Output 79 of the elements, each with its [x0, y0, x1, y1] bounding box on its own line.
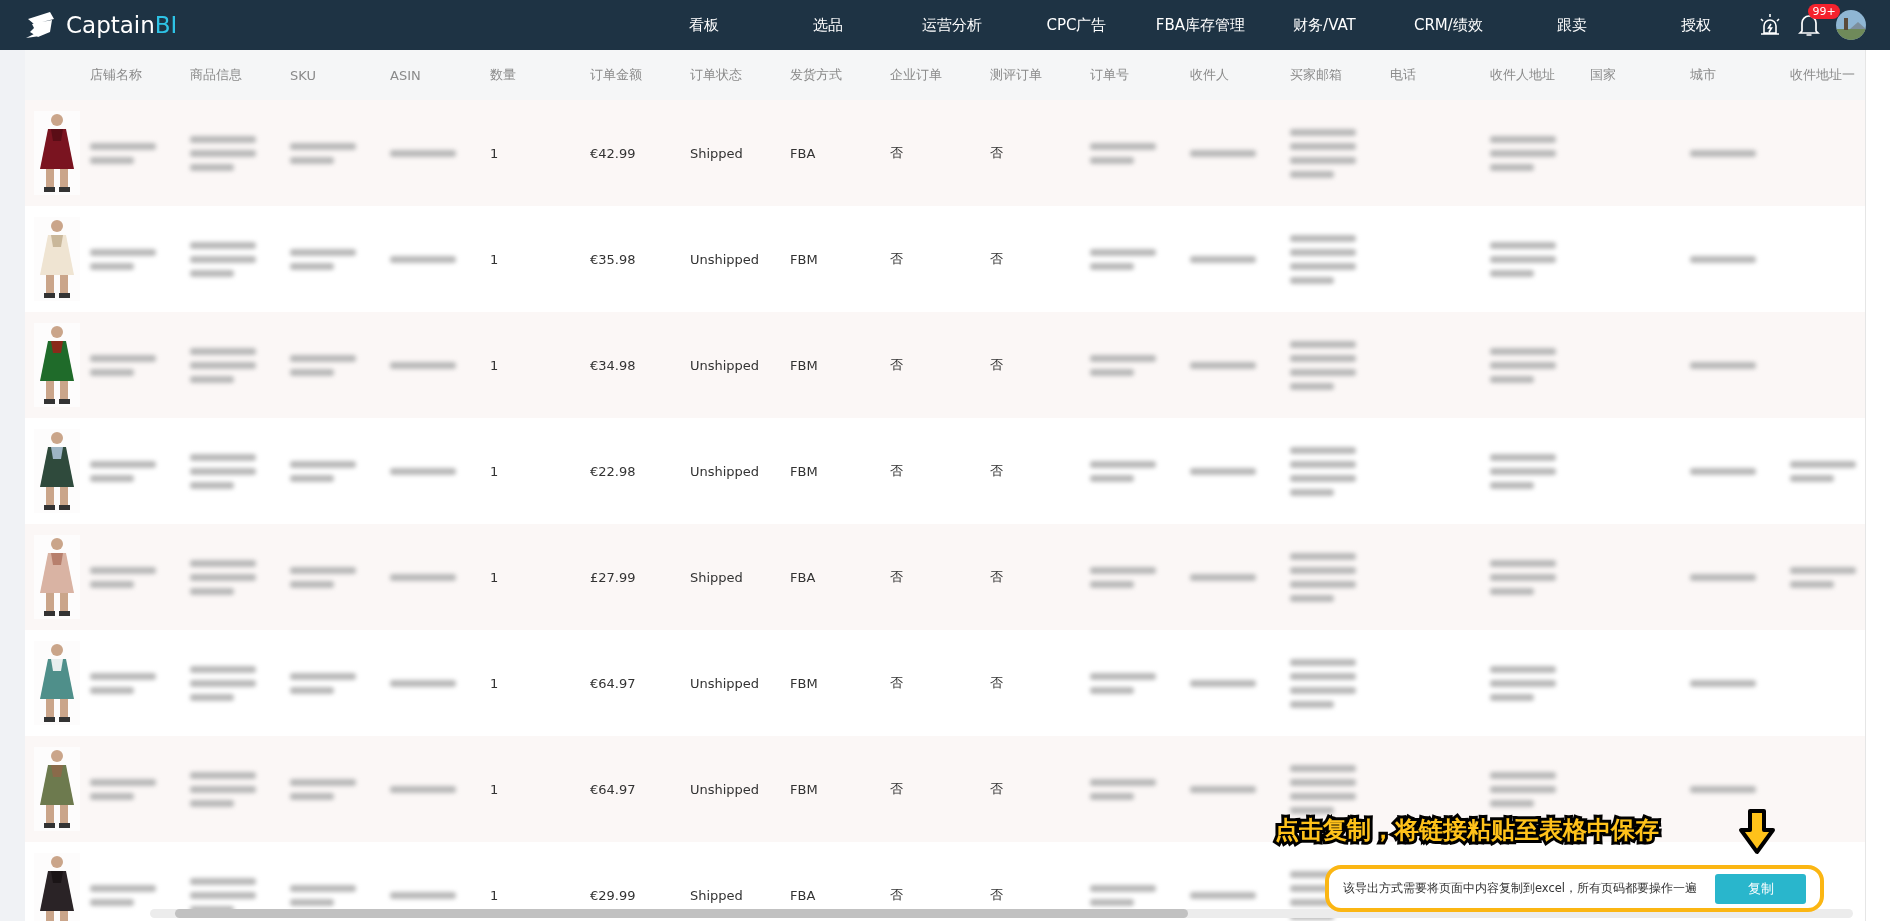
table-cell: 否 — [990, 462, 1003, 480]
nav-item[interactable]: 财务/VAT — [1262, 15, 1387, 35]
column-header: 商品信息 — [190, 66, 243, 84]
table-cell: Unshipped — [690, 463, 760, 479]
table-cell: €34.98 — [590, 357, 636, 373]
column-header: 数量 — [490, 66, 517, 84]
nav-item[interactable]: 看板 — [642, 15, 767, 35]
table-cell: 否 — [990, 674, 1003, 692]
column-header: 买家邮箱 — [1290, 66, 1343, 84]
nav-item[interactable]: 跟卖 — [1510, 15, 1635, 35]
column-header: 城市 — [1690, 66, 1717, 84]
table-cell: €22.98 — [590, 463, 636, 479]
table-cell: FBM — [790, 357, 818, 373]
table-cell: 1 — [490, 251, 499, 267]
table-cell: 否 — [890, 250, 903, 268]
table-cell: €35.98 — [590, 251, 636, 267]
column-header: 电话 — [1390, 66, 1417, 84]
table-cell: FBM — [790, 251, 818, 267]
table-cell: £27.99 — [590, 569, 636, 585]
table-cell: FBA — [790, 887, 816, 903]
table-cell: Shipped — [690, 569, 743, 585]
table-cell: Unshipped — [690, 781, 760, 797]
column-header: 订单金额 — [590, 66, 643, 84]
callout-text: 点击复制，将链接粘贴至表格中保存 — [1275, 815, 1659, 846]
table-cell: 否 — [890, 462, 903, 480]
table-cell: 否 — [890, 568, 903, 586]
table-cell: Shipped — [690, 887, 743, 903]
column-header: 店铺名称 — [90, 66, 143, 84]
column-header: 收件地址一 — [1790, 66, 1856, 84]
column-header: 收件人地址 — [1490, 66, 1556, 84]
table-cell: 1 — [490, 887, 499, 903]
column-header: 收件人 — [1190, 66, 1230, 84]
tip-text: 该导出方式需要将页面中内容复制到excel，所有页码都要操作一遍 — [1343, 881, 1698, 896]
table-cell: 1 — [490, 463, 499, 479]
column-header: ASIN — [390, 67, 422, 83]
table-cell: 1 — [490, 145, 499, 161]
table-cell: Shipped — [690, 145, 743, 161]
table-cell: €42.99 — [590, 145, 636, 161]
column-header: SKU — [290, 67, 317, 83]
table-cell: 1 — [490, 675, 499, 691]
table-cell: FBM — [790, 463, 818, 479]
table-cell: Unshipped — [690, 251, 760, 267]
table-cell: 否 — [990, 886, 1003, 904]
nav-item[interactable]: FBA库存管理 — [1138, 15, 1263, 35]
table-cell: €64.97 — [590, 675, 636, 691]
table-cell: FBM — [790, 781, 818, 797]
column-header: 订单号 — [1090, 66, 1130, 84]
table-cell: 否 — [890, 780, 903, 798]
column-header: 发货方式 — [790, 66, 843, 84]
table-cell: 否 — [890, 356, 903, 374]
table-cell: 否 — [990, 144, 1003, 162]
table-cell: €29.99 — [590, 887, 636, 903]
nav-item[interactable]: 授权 — [1634, 15, 1759, 35]
table-cell: 否 — [990, 356, 1003, 374]
table-cell: 否 — [890, 674, 903, 692]
nav-item[interactable]: CRM/绩效 — [1386, 15, 1511, 35]
table-cell: 否 — [990, 250, 1003, 268]
column-header: 国家 — [1590, 66, 1617, 84]
table-cell: 否 — [990, 780, 1003, 798]
table-cell: €64.97 — [590, 781, 636, 797]
table-cell: FBA — [790, 145, 816, 161]
nav-item[interactable]: CPC广告 — [1014, 15, 1139, 35]
logo-text: CaptainBI — [66, 12, 178, 38]
column-header: 订单状态 — [690, 66, 743, 84]
nav-item[interactable]: 运营分析 — [890, 15, 1015, 35]
table-cell: FBM — [790, 675, 818, 691]
table-cell: 1 — [490, 569, 499, 585]
table-cell: 否 — [990, 568, 1003, 586]
table-cell: 1 — [490, 357, 499, 373]
table-cell: Unshipped — [690, 357, 760, 373]
table-cell: 否 — [890, 144, 903, 162]
table-cell: 1 — [490, 781, 499, 797]
table-cell: 否 — [890, 886, 903, 904]
table-cell: FBA — [790, 569, 816, 585]
table-cell: Unshipped — [690, 675, 760, 691]
nav-item[interactable]: 选品 — [766, 15, 891, 35]
notification-badge: 99+ — [1808, 4, 1840, 19]
column-header: 企业订单 — [890, 66, 943, 84]
column-header: 测评订单 — [990, 66, 1043, 84]
